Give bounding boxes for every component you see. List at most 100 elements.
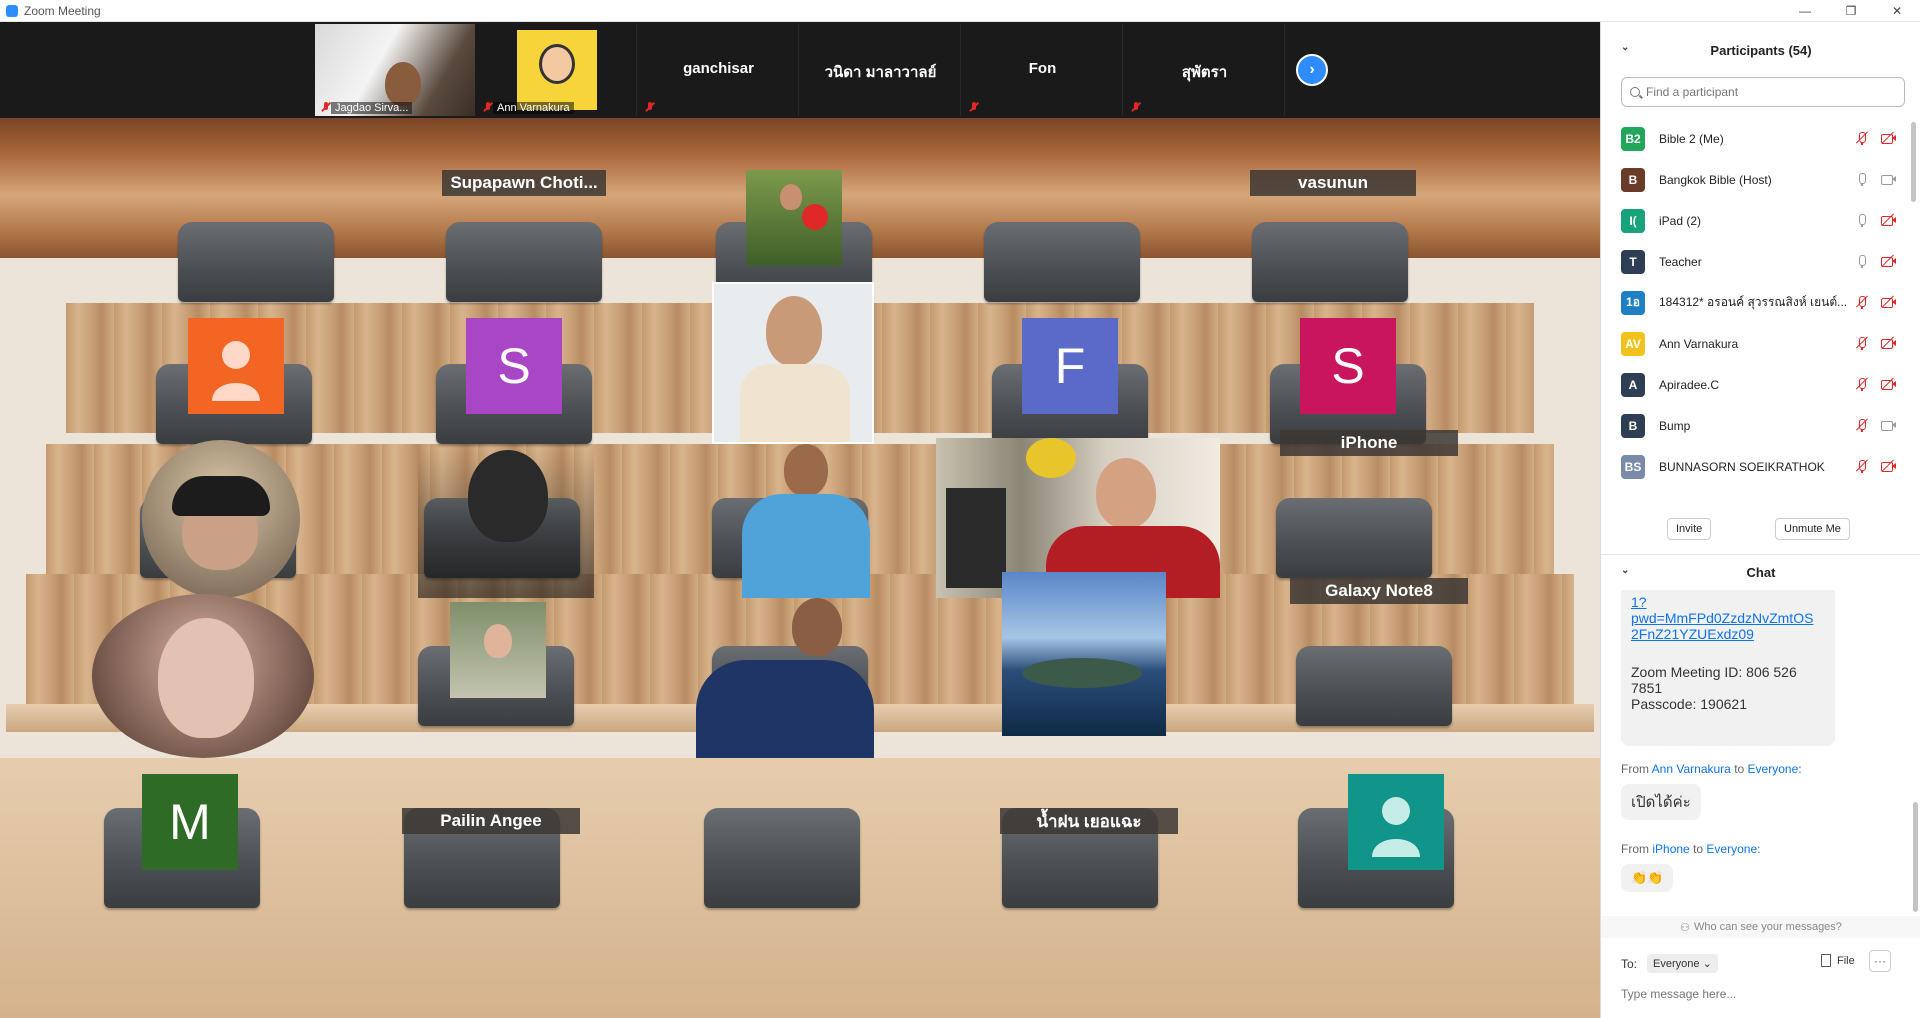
mic-icon[interactable] [1855, 254, 1869, 268]
mic-muted-icon[interactable] [1855, 295, 1869, 309]
participant-name: Bangkok Bible (Host) [1659, 172, 1772, 187]
participant-row[interactable]: B Bump [1601, 405, 1911, 446]
chevron-down-icon[interactable]: ⌄ [1621, 565, 1629, 576]
chevron-right-icon[interactable]: › [1296, 54, 1328, 86]
recipient-dropdown[interactable]: Everyone ⌄ [1647, 954, 1718, 973]
participant-name: Bump [1659, 418, 1691, 433]
restore-button[interactable]: ❐ [1828, 0, 1874, 22]
seat [984, 222, 1140, 302]
participant-video-dark [418, 448, 594, 598]
mic-muted-icon[interactable] [1855, 131, 1869, 145]
participant-video-cutout [722, 440, 890, 598]
link-line[interactable]: 1? [1631, 594, 1825, 610]
participant-row[interactable]: 1อ 184312* อรอนค์ สุวรรณสิงห์ เยนต์... [1601, 282, 1911, 323]
link-line[interactable]: pwd=MmFPd0ZzdzNvZmtOS [1631, 610, 1825, 626]
sender-name[interactable]: iPhone [1652, 842, 1689, 856]
mic-muted-icon [645, 102, 655, 112]
film-tile-supattra[interactable]: สุพัตรา [1125, 24, 1285, 116]
who-can-see-link[interactable]: ⚇ Who can see your messages? [1601, 916, 1920, 938]
camera-off-icon[interactable] [1881, 213, 1896, 227]
unmute-me-button[interactable]: Unmute Me [1775, 518, 1850, 540]
participant-face [468, 450, 548, 542]
search-input[interactable] [1646, 85, 1886, 99]
film-name: สุพัตรา [1181, 64, 1228, 81]
mic-muted-icon[interactable] [1855, 459, 1869, 473]
file-button[interactable]: File [1821, 954, 1855, 967]
sender-name[interactable]: Ann Varnakura [1652, 762, 1731, 776]
camera-off-icon[interactable] [1881, 131, 1896, 145]
film-tile-fon[interactable]: Fon [963, 24, 1123, 116]
film-name: ganchisar [683, 60, 754, 77]
passcode-line: Passcode: 190621 [1631, 696, 1747, 712]
participant-row[interactable]: B2 Bible 2 (Me) [1601, 118, 1911, 159]
participant-row[interactable]: T Teacher [1601, 241, 1911, 282]
cabinet [946, 488, 1006, 588]
mic-muted-icon[interactable] [1855, 336, 1869, 350]
minimize-button[interactable]: — [1782, 0, 1828, 22]
avatar: AV [1621, 331, 1645, 356]
film-caption: Jagdao Sirva... [331, 102, 413, 114]
participant-shirt [742, 494, 870, 598]
window-title: Zoom Meeting [24, 3, 101, 18]
camera-off-icon[interactable] [1881, 459, 1896, 473]
participant-row[interactable]: AV Ann Varnakura [1601, 323, 1911, 364]
seat [1296, 646, 1452, 726]
avatar-initial: S [1300, 318, 1396, 414]
participant-video [712, 282, 874, 444]
invite-button[interactable]: Invite [1667, 518, 1712, 540]
more-options-button[interactable]: ··· [1869, 950, 1891, 972]
camera-icon[interactable] [1881, 418, 1896, 432]
nameplate: vasunun [1250, 170, 1416, 196]
island [1022, 658, 1142, 688]
film-tile-ganchisar[interactable]: ganchisar [639, 24, 799, 116]
participant-row[interactable]: I(iPad (2) [1601, 200, 1911, 241]
link-line[interactable]: 2FnZ21YZUExdz09 [1631, 626, 1825, 642]
participant-search[interactable] [1621, 77, 1905, 107]
seat [1252, 222, 1408, 302]
chevron-down-icon: ⌄ [1702, 958, 1712, 970]
participant-face [766, 296, 822, 366]
participants-scrollbar[interactable] [1911, 122, 1916, 202]
participant-name: Bible 2 (Me) [1659, 131, 1724, 146]
to-label: to [1734, 762, 1745, 776]
camera-off-icon[interactable] [1881, 254, 1896, 268]
mic-muted-icon[interactable] [1855, 418, 1869, 432]
film-name: วนิดา มาลาวาลย์ [824, 64, 937, 81]
camera-off-icon[interactable] [1881, 295, 1896, 309]
close-button[interactable]: ✕ [1874, 0, 1920, 22]
chat-from-line: From iPhone to Everyone: [1621, 842, 1760, 856]
seat [1276, 498, 1432, 578]
avatar: B [1621, 413, 1645, 438]
mic-icon[interactable] [1855, 172, 1869, 186]
participant-row[interactable]: B Bangkok Bible (Host) [1601, 159, 1911, 200]
participant-row[interactable]: A Apiradee.C [1601, 364, 1911, 405]
chevron-down-icon[interactable]: ⌄ [1621, 42, 1629, 53]
participant-face [1096, 458, 1156, 528]
recipient-name[interactable]: Everyone: [1748, 762, 1802, 776]
nameplate: Pailin Angee [402, 808, 580, 834]
mic-muted-icon[interactable] [1855, 377, 1869, 391]
camera-icon[interactable] [1881, 172, 1896, 186]
recipient-name[interactable]: Everyone: [1706, 842, 1760, 856]
mic-icon[interactable] [1855, 213, 1869, 227]
participant-row[interactable]: BS BUNNASORN SOEIKRATHOK [1601, 446, 1911, 487]
from-label: From [1621, 762, 1649, 776]
mic-muted-icon [1131, 102, 1141, 112]
film-tile-wanida[interactable]: วนิดา มาลาวาลย์ [801, 24, 961, 116]
film-tile-jagdao[interactable]: Jagdao Sirva... [315, 24, 475, 116]
side-panel: ⌄ Participants (54) B2 Bible 2 (Me) B Bangk… [1600, 22, 1920, 1018]
virtual-background-city [1002, 572, 1166, 736]
film-caption: Ann Varnakura [493, 102, 574, 114]
avatar: BS [1621, 454, 1645, 479]
meeting-id-line: Zoom Meeting ID: 806 526 [1631, 664, 1797, 680]
participant-name: 184312* อรอนค์ สุวรรณสิงห์ เยนต์... [1659, 295, 1848, 309]
who-can-see-text: Who can see your messages? [1693, 921, 1842, 933]
participant-name: BUNNASORN SOEIKRATHOK [1659, 459, 1825, 474]
chat-message-input[interactable] [1621, 982, 1911, 1006]
camera-off-icon[interactable] [1881, 377, 1896, 391]
chat-bubble: 👏👏 [1621, 864, 1674, 892]
camera-off-icon[interactable] [1881, 336, 1896, 350]
film-tile-ann[interactable]: Ann Varnakura [477, 24, 637, 116]
chat-scrollbar[interactable] [1913, 802, 1918, 912]
mic-muted-icon [483, 102, 493, 112]
